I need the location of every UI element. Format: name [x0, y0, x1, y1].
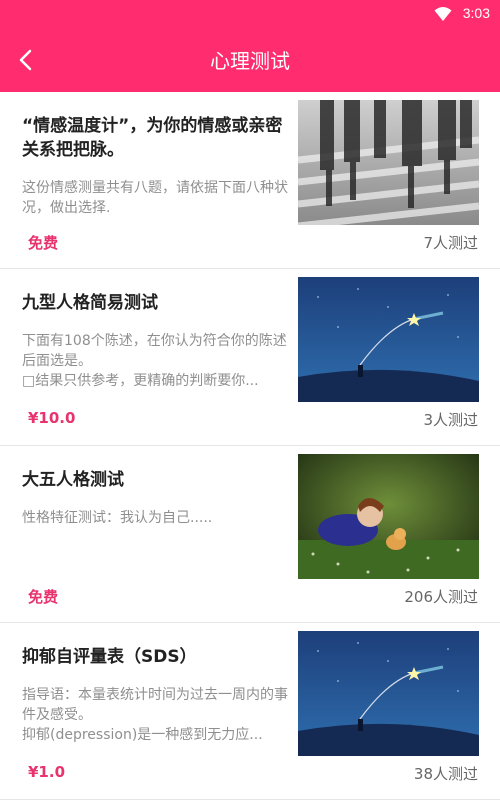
- item-tester-count: 38人测过: [413, 765, 478, 783]
- crowd-walking-thumbnail: [298, 100, 479, 225]
- status-bar: 3:03: [0, 0, 500, 28]
- item-title: 九型人格简易测试: [22, 293, 158, 313]
- item-tester-count: 206人测过: [404, 588, 478, 606]
- list-item[interactable]: “情感温度计”，为你的情感或亲密关系把把脉。 这份情感测量共有八题，请依据下面八…: [0, 92, 500, 269]
- item-title: 大五人格测试: [22, 470, 124, 490]
- item-price: ¥1.0: [28, 763, 66, 781]
- list-item[interactable]: 抑郁自评量表（SDS） 指导语：本量表统计时间为过去一周内的事件及感受。 抑郁(…: [0, 623, 500, 800]
- list-item[interactable]: 大五人格测试 性格特征测试：我认为自己..... 免费 206人测过: [0, 446, 500, 623]
- item-price: ¥10.0: [28, 409, 76, 427]
- item-price: 免费: [28, 588, 59, 606]
- item-tester-count: 7人测过: [423, 234, 478, 252]
- app-bar: 心理测试: [0, 28, 500, 92]
- item-description: 指导语：本量表统计时间为过去一周内的事件及感受。 抑郁(depression)是…: [22, 687, 288, 743]
- wifi-icon: [434, 7, 452, 21]
- item-title: “情感温度计”，为你的情感或亲密关系把把脉。: [22, 116, 283, 160]
- girl-with-kitten-thumbnail: [298, 454, 479, 579]
- page-title: 心理测试: [210, 49, 290, 73]
- item-price: 免费: [28, 234, 59, 252]
- item-description: 这份情感测量共有八题，请依据下面八种状况，做出选择.: [22, 180, 288, 216]
- item-description: 下面有108个陈述，在你认为符合你的陈述后面选是。 □结果只供参考，更精确的判断…: [22, 333, 287, 389]
- test-list: “情感温度计”，为你的情感或亲密关系把把脉。 这份情感测量共有八题，请依据下面八…: [0, 92, 500, 800]
- starry-night-thumbnail: [298, 277, 479, 402]
- item-tester-count: 3人测过: [423, 411, 478, 429]
- starry-night-thumbnail: [298, 631, 479, 756]
- status-time: 3:03: [462, 5, 490, 21]
- list-item[interactable]: 九型人格简易测试 下面有108个陈述，在你认为符合你的陈述后面选是。 □结果只供…: [0, 269, 500, 446]
- item-title: 抑郁自评量表（SDS）: [22, 647, 197, 667]
- item-description: 性格特征测试：我认为自己.....: [22, 510, 213, 526]
